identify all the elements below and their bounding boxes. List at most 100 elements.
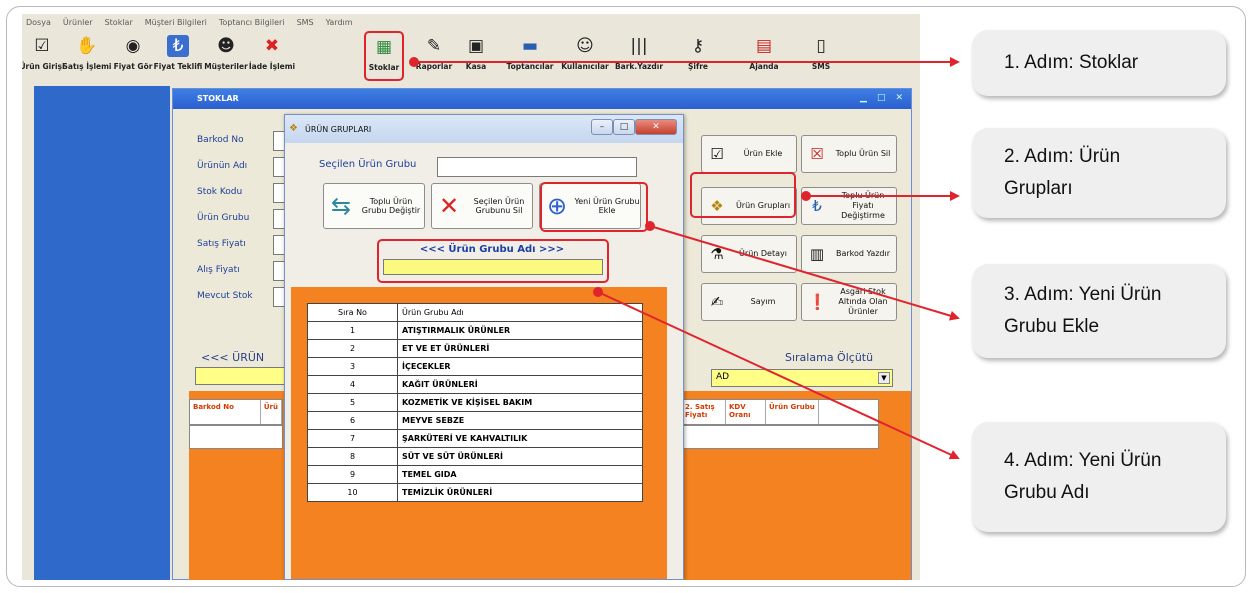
tool-raporlar[interactable]: ✎ Raporlar [414, 32, 454, 82]
tool-urun-girisi[interactable]: ☑ Ürün Girişi [22, 32, 65, 82]
table-row[interactable]: 8 SÜT VE SÜT ÜRÜNLERİ [307, 447, 643, 466]
table-row[interactable]: 5 KOZMETİK VE KİŞİSEL BAKIM [307, 393, 643, 412]
table-row[interactable]: 9 TEMEL GIDA [307, 465, 643, 484]
secilen-grubu-sil-button[interactable]: ✕ Seçilen Ürün Grubunu Sil [431, 183, 533, 229]
table-row[interactable]: 7 ŞARKÜTERİ VE KAHVALTILIK [307, 429, 643, 448]
tool-sms[interactable]: ▯ SMS [806, 32, 836, 82]
sirala-label: Sıralama Ölçütü [785, 351, 874, 364]
toplu-urun-sil-button[interactable]: ☒ Toplu Ürün Sil [801, 135, 897, 173]
phone-icon: ▯ [816, 36, 826, 56]
callout-step4: 4. Adım: Yeni Ürün Grubu Adı [972, 422, 1226, 532]
highlight-urun-gruplari [690, 172, 796, 218]
cash-register-icon: ▣ [467, 36, 485, 56]
table-row[interactable]: 4 KAĞIT ÜRÜNLERİ [307, 375, 643, 394]
highlight-urun-grubu-adi [377, 239, 609, 283]
menu-stoklar[interactable]: Stoklar [105, 18, 133, 27]
key-icon: ⚷ [691, 36, 705, 56]
tool-satis-islemi[interactable]: ✋ Satış İşlemi [63, 32, 112, 82]
menu-dosya[interactable]: Dosya [26, 18, 51, 27]
maximize-icon[interactable]: □ [877, 93, 886, 103]
callout-step3: 3. Adım: Yeni Ürün Grubu Ekle [972, 264, 1226, 358]
field-label-satis-fiyati: Satış Fiyatı [197, 239, 246, 249]
table-row[interactable]: 2 ET VE ET ÜRÜNLERİ [307, 339, 643, 358]
tool-fiyat-gor[interactable]: ◉ Fiyat Gör [114, 32, 153, 82]
field-label-stok-kodu: Stok Kodu [197, 187, 243, 197]
barcode-icon: ▥ [809, 245, 825, 263]
dialog-title: ÜRÜN GRUPLARI [305, 125, 372, 134]
grid-row-right [681, 425, 879, 449]
groups-table: Sıra No Ürün Grubu Adı 1 ATIŞTIRMALIK ÜRÜ… [307, 303, 643, 502]
handshake-icon: ✋ [76, 36, 98, 56]
field-label-barkod: Barkod No [197, 135, 244, 145]
tool-toptancilar[interactable]: ▬ Toptancılar [506, 32, 554, 82]
delete-icon: ☒ [810, 145, 824, 163]
left-blue-panel [34, 86, 170, 580]
menu-toptanci-bilgileri[interactable]: Toptancı Bilgileri [219, 18, 285, 27]
menu-yardim[interactable]: Yardım [326, 18, 353, 27]
calendar-icon: ▤ [755, 36, 773, 56]
barkod-yazdir-button[interactable]: ▥ Barkod Yazdır [801, 235, 897, 273]
minimize-icon[interactable]: ▁ [860, 93, 867, 103]
sayim-button[interactable]: ✍ Sayım [701, 283, 797, 321]
sirala-select[interactable]: AD ▼ [711, 369, 893, 387]
tool-stoklar[interactable]: ▦ Stoklar [364, 31, 404, 81]
urun-ekle-button[interactable]: ☑ Ürün Ekle [701, 135, 797, 173]
tool-ajanda[interactable]: ▤ Ajanda [744, 32, 784, 82]
urun-detayi-button[interactable]: ⚗ Ürün Detayı [701, 235, 797, 273]
close-icon[interactable]: ✕ [635, 119, 677, 135]
search-label: <<< ÜRÜN [201, 351, 265, 364]
callout-step2: 2. Adım: Ürün Grupları [972, 128, 1226, 218]
menu-musteri-bilgileri[interactable]: Müşteri Bilgileri [145, 18, 207, 27]
microscope-icon: ⚗ [710, 245, 724, 263]
search-input[interactable] [195, 367, 285, 385]
secilen-urun-grubu-input[interactable] [437, 157, 637, 177]
field-label-urun-grubu: Ürün Grubu [197, 213, 250, 223]
app-screenshot: Dosya Ürünler Stoklar Müşteri Bilgileri … [22, 14, 920, 580]
table-row[interactable]: 3 İÇECEKLER [307, 357, 643, 376]
barcode-icon: ||| [630, 36, 648, 56]
stoklar-title: STOKLAR [197, 94, 239, 103]
grid-row-left [189, 425, 283, 449]
field-label-mevcut-stok: Mevcut Stok [197, 291, 253, 301]
tool-sifre[interactable]: ⚷ Şifre [678, 32, 718, 82]
tool-kasa[interactable]: ▣ Kasa [458, 32, 494, 82]
menu-sms[interactable]: SMS [297, 18, 314, 27]
chevron-down-icon[interactable]: ▼ [878, 372, 890, 384]
table-row[interactable]: 10 TEMİZLİK ÜRÜNLERİ [307, 483, 643, 502]
secilen-urun-grubu-label: Seçilen Ürün Grubu [319, 159, 417, 170]
minimize-icon[interactable]: – [591, 119, 613, 135]
menu-urunler[interactable]: Ürünler [63, 18, 93, 27]
highlight-yeni-urun-grubu [540, 182, 648, 232]
close-icon[interactable]: ✕ [895, 93, 903, 103]
col-sira-no: Sıra No [307, 303, 398, 322]
return-icon: ✖ [264, 36, 280, 56]
report-icon: ✎ [426, 36, 442, 56]
tool-musteriler[interactable]: ☻ Müşteriler [204, 32, 248, 82]
delete-icon: ✕ [438, 192, 460, 220]
table-row[interactable]: 1 ATIŞTIRMALIK ÜRÜNLER [307, 321, 643, 340]
price-offer-icon: ₺ [167, 35, 189, 57]
maximize-icon[interactable]: □ [613, 119, 635, 135]
groups-icon: ❖ [289, 123, 298, 134]
truck-icon: ▬ [521, 36, 539, 56]
grid-header-left: Barkod No Ürü [189, 399, 283, 425]
count-icon: ✍ [710, 293, 724, 311]
menu-bar: Dosya Ürünler Stoklar Müşteri Bilgileri … [22, 14, 920, 30]
arrows-icon: ⇆ [330, 192, 352, 220]
toolbar: ☑ Ürün Girişi ✋ Satış İşlemi ◉ Fiyat Gör… [22, 31, 920, 84]
tool-bark-yazdir[interactable]: ||| Bark.Yazdır [614, 32, 664, 82]
tool-iade-islemi[interactable]: ✖ İade İşlemi [249, 32, 295, 82]
tool-fiyat-teklifi[interactable]: ₺ Fiyat Teklifi [154, 32, 202, 82]
table-row[interactable]: 6 MEYVE SEBZE [307, 411, 643, 430]
field-label-alis-fiyati: Alış Fiyatı [197, 265, 240, 275]
field-label-urun-adi: Ürünün Adı [197, 161, 248, 171]
asgari-stok-button[interactable]: ❗ Asgari Stok Altında Olan Ürünler [801, 283, 897, 321]
customers-icon: ☻ [217, 36, 235, 56]
stock-icon: ▦ [375, 37, 393, 57]
checkbox-icon: ☑ [34, 36, 50, 56]
toplu-urun-grubu-button[interactable]: ⇆ Toplu Ürün Grubu Değiştir [323, 183, 425, 229]
toplu-fiyat-button[interactable]: ₺ Toplu Ürün Fiyatı Değiştirme [801, 187, 897, 225]
price-offer-icon: ₺ [812, 197, 822, 215]
tool-kullanicilar[interactable]: ☺ Kullanıcılar [558, 32, 612, 82]
warning-icon: ❗ [808, 293, 827, 311]
